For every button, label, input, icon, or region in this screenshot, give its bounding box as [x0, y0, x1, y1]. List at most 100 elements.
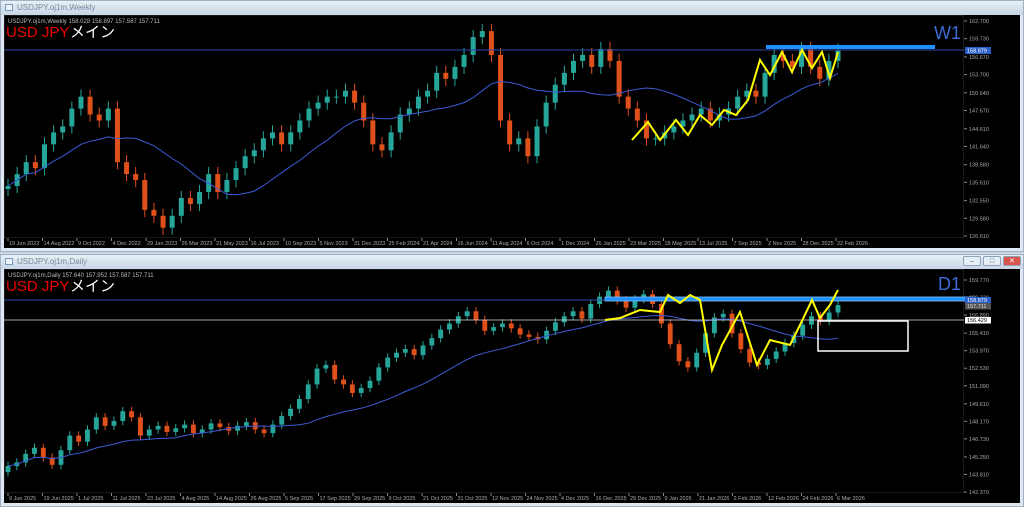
date-tick-label: 21 May 2023: [216, 241, 248, 247]
candle-body: [279, 416, 285, 425]
chart-window-icon: [5, 4, 13, 11]
date-tick-label: 21 Jan 2026: [699, 496, 729, 502]
candle-body: [178, 197, 184, 216]
date-tick-label: 29 Jan 2023: [147, 241, 177, 247]
candle-body: [85, 429, 90, 442]
date-tick-label: 4 Dec 2025: [561, 496, 589, 502]
candle-body: [425, 90, 431, 97]
date-tick-label: 6 Mar 2026: [837, 496, 865, 502]
candle-body: [589, 54, 595, 67]
candle-body: [146, 429, 152, 436]
candle-body: [607, 48, 613, 61]
candle-body: [260, 138, 266, 151]
date-tick-label: 5 Nov 2023: [320, 241, 348, 247]
candle-body: [720, 313, 726, 318]
price-tick-label: 149.610: [969, 402, 989, 408]
date-tick-label: 19 Jun 2025: [44, 496, 74, 502]
candle-body: [464, 311, 470, 317]
date-tick-label: 13 Jul 2025: [699, 241, 727, 247]
candle-body: [747, 349, 753, 363]
date-tick-label: 26 Aug 2025: [251, 496, 282, 502]
candle-body: [173, 428, 179, 432]
candle-body: [314, 368, 320, 385]
date-tick-label: 17 Sep 2025: [320, 496, 351, 502]
price-tick-label: 155.410: [969, 331, 989, 337]
price-tick-label: 147.670: [969, 109, 989, 115]
candle-body: [182, 424, 188, 429]
candle-body: [93, 417, 99, 430]
candle-body: [500, 323, 505, 328]
candle-body: [491, 327, 497, 331]
price-tick-label: 150.640: [969, 91, 989, 97]
candle-body: [224, 180, 230, 192]
candle-body: [411, 349, 417, 356]
date-tick-label: 31 Dec 2023: [354, 241, 385, 247]
candle-body: [332, 364, 338, 380]
candle-body: [41, 144, 47, 169]
date-tick-label: 24 Feb 2026: [803, 496, 834, 502]
weekly-chart[interactable]: USDJPY.oj1m,Weekly 158.028 158.897 157.5…: [4, 15, 1020, 248]
candle-body: [78, 96, 84, 109]
candle-body: [667, 323, 673, 345]
candle-body: [415, 96, 421, 109]
candle-body: [735, 96, 741, 109]
price-tick-label: 152.530: [969, 366, 989, 372]
date-tick-label: 6 Oct 2024: [527, 241, 554, 247]
candle-body: [288, 132, 294, 145]
candle-body: [87, 96, 93, 115]
candle-body: [738, 333, 744, 350]
daily-titlebar[interactable]: USDJPY.oj1m,Daily – □ ✕: [1, 255, 1023, 269]
candle-body: [111, 420, 117, 426]
daily-chart[interactable]: USDJPY.oj1m,Daily 157.640 157.952 157.58…: [4, 269, 1020, 503]
main-label: メイン: [70, 24, 115, 41]
minimize-button[interactable]: –: [963, 256, 981, 266]
candle-body: [580, 54, 586, 61]
candle-body: [269, 132, 276, 139]
candle-body: [634, 108, 640, 121]
candle-body: [341, 379, 346, 385]
date-tick-label: 5 Sep 2025: [285, 496, 313, 502]
candle-body: [508, 323, 514, 329]
candle-body: [40, 447, 46, 458]
date-tick-label: 21 Oct 2025: [423, 496, 453, 502]
weekly-titlebar[interactable]: USDJPY.oj1m,Weekly: [1, 1, 1023, 15]
date-tick-label: 12 Feb 2026: [768, 496, 799, 502]
candle-body: [800, 324, 806, 336]
window-title: USDJPY.oj1m,Daily: [17, 257, 88, 266]
candle-body: [69, 108, 75, 127]
candle-body: [352, 90, 358, 103]
price-tick-label: 132.550: [969, 199, 989, 205]
date-tick-label: 12 Nov 2025: [492, 496, 523, 502]
close-button[interactable]: ✕: [1003, 256, 1021, 266]
price-tick-label: 146.730: [969, 437, 989, 443]
price-tick-label: 159.730: [969, 37, 989, 43]
date-tick-label: 4 Dec 2022: [113, 241, 141, 247]
price-tick-label: 153.970: [969, 349, 989, 355]
date-tick-label: 16 Jul 2023: [251, 241, 279, 247]
date-tick-label: 31 Oct 2025: [458, 496, 488, 502]
candle-body: [561, 316, 567, 323]
candle-body: [217, 423, 223, 428]
candle-body: [625, 96, 631, 109]
candle-body: [461, 54, 467, 67]
candle-body: [452, 66, 458, 79]
candle-body: [370, 120, 376, 145]
maximize-button[interactable]: □: [983, 256, 1001, 266]
candle-body: [67, 435, 73, 451]
candle-body: [124, 162, 130, 175]
date-tick-label: 11 Aug 2024: [492, 241, 522, 247]
candle-body: [187, 197, 193, 204]
date-tick-label: 18 May 2025: [665, 241, 697, 247]
candle-body: [479, 31, 485, 38]
candle-body: [270, 424, 276, 434]
candle-body: [817, 66, 823, 79]
date-tick-label: 10 Sep 2023: [285, 241, 316, 247]
price-tick-label: 156.670: [969, 55, 989, 61]
date-tick-label: 22 Feb 2026: [837, 241, 868, 247]
price-tick-label: 141.640: [969, 144, 989, 150]
candle-body: [114, 108, 120, 163]
candle-body: [138, 417, 143, 436]
candle-body: [323, 364, 329, 369]
price-tick-label: 126.610: [969, 234, 989, 240]
candle-body: [197, 191, 203, 204]
